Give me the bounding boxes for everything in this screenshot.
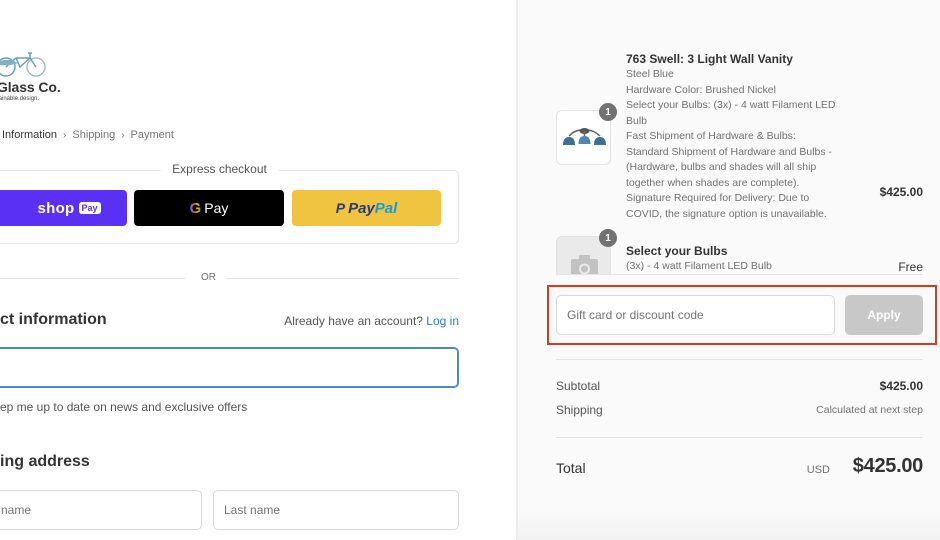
account-prompt-text: Already have an account? <box>284 314 423 328</box>
breadcrumb-information: Information <box>2 129 58 141</box>
last-name-input[interactable] <box>213 490 459 530</box>
shop-pay-button[interactable]: shop Pay <box>0 190 127 226</box>
breadcrumb: Information › Shipping › Payment <box>2 129 174 141</box>
divider-line <box>226 278 459 279</box>
store-name: cle Glass Co. <box>0 79 61 95</box>
item-option: Signature Required for Delivery: Due to … <box>626 192 827 220</box>
item-price: Free <box>898 260 923 274</box>
item-details: Select your Bulbs (3x) - 4 watt Filament… <box>626 244 841 274</box>
email-input[interactable] <box>0 347 459 388</box>
divider-line <box>0 278 185 279</box>
order-summary-panel: 1 763 Swell: 3 Light Wall Vanity Steel B… <box>516 0 940 540</box>
breadcrumb-shipping: Shipping <box>72 129 116 141</box>
product-thumbnail: 1 <box>556 229 617 274</box>
panel-bottom-fade <box>518 510 940 540</box>
google-pay-button[interactable]: G Pay <box>134 190 284 226</box>
chevron-right-icon: › <box>121 129 125 141</box>
first-name-input[interactable] <box>0 490 202 530</box>
item-title: Select your Bulbs <box>626 244 728 258</box>
shop-pay-badge: Pay <box>78 202 101 214</box>
bicycle-logo-icon <box>0 52 46 77</box>
order-line-item: 1 Select your Bulbs (3x) - 4 watt Filame… <box>556 228 923 275</box>
apply-discount-button[interactable]: Apply <box>845 295 923 335</box>
order-line-item: 1 763 Swell: 3 Light Wall Vanity Steel B… <box>556 52 923 227</box>
paypal-p-icon: P <box>335 200 346 216</box>
account-prompt: Already have an account? Log in <box>284 314 459 328</box>
item-details: 763 Swell: 3 Light Wall Vanity Steel Blu… <box>626 52 841 222</box>
shipping-row: Shipping Calculated at next step <box>556 403 923 419</box>
shipping-value: Calculated at next step <box>816 404 923 416</box>
google-pay-label: Pay <box>204 200 229 216</box>
item-option: Fast Shipment of Hardware & Bulbs: Stand… <box>626 130 833 189</box>
chevron-right-icon: › <box>63 129 67 141</box>
shipping-address-title: ing address <box>0 453 90 470</box>
paypal-button[interactable]: P Pay Pal <box>292 190 441 226</box>
summary-divider <box>556 437 923 438</box>
item-title: 763 Swell: 3 Light Wall Vanity <box>626 52 793 66</box>
shop-pay-logo: shop <box>37 199 75 217</box>
express-checkout-title: Express checkout <box>160 162 279 176</box>
total-row: Total USD $425.00 <box>556 455 923 481</box>
item-option: Select your Bulbs: (3x) - 4 watt Filamen… <box>626 99 836 127</box>
express-checkout: Express checkout shop Pay G Pay P Pay Pal <box>0 162 459 244</box>
total-value: $425.00 <box>852 455 924 477</box>
total-label: Total <box>556 460 586 476</box>
total-currency: USD <box>806 464 830 476</box>
discount-code-input[interactable] <box>556 295 835 335</box>
contact-information-title: ct information <box>0 311 107 328</box>
subtotal-value: $425.00 <box>879 379 923 393</box>
item-price: $425.00 <box>879 185 923 199</box>
breadcrumb-payment: Payment <box>130 129 174 141</box>
or-label: OR <box>201 272 216 283</box>
login-link[interactable]: Log in <box>426 314 459 328</box>
newsletter-label[interactable]: ep me up to date on news and exclusive o… <box>0 400 247 414</box>
store-tagline: dern.sustainable.design. <box>0 96 40 102</box>
summary-divider <box>556 359 923 360</box>
or-divider: OR <box>0 272 459 284</box>
item-variant: Steel Blue <box>626 68 674 80</box>
paypal-pay-label: Pay <box>348 199 375 217</box>
product-thumbnail: 1 <box>556 103 617 165</box>
item-option: (3x) - 4 watt Filament LED Bulb <box>626 260 772 272</box>
item-option: Hardware Color: Brushed Nickel <box>626 83 776 96</box>
quantity-badge: 1 <box>599 229 617 247</box>
shipping-label: Shipping <box>556 403 603 417</box>
paypal-pal-label: Pal <box>374 199 398 217</box>
google-g-icon: G <box>189 199 202 217</box>
checkout-main-panel: cle Glass Co. dern.sustainable.design. I… <box>0 0 516 540</box>
subtotal-row: Subtotal $425.00 <box>556 379 923 395</box>
subtotal-label: Subtotal <box>556 379 601 393</box>
quantity-badge: 1 <box>599 103 617 121</box>
